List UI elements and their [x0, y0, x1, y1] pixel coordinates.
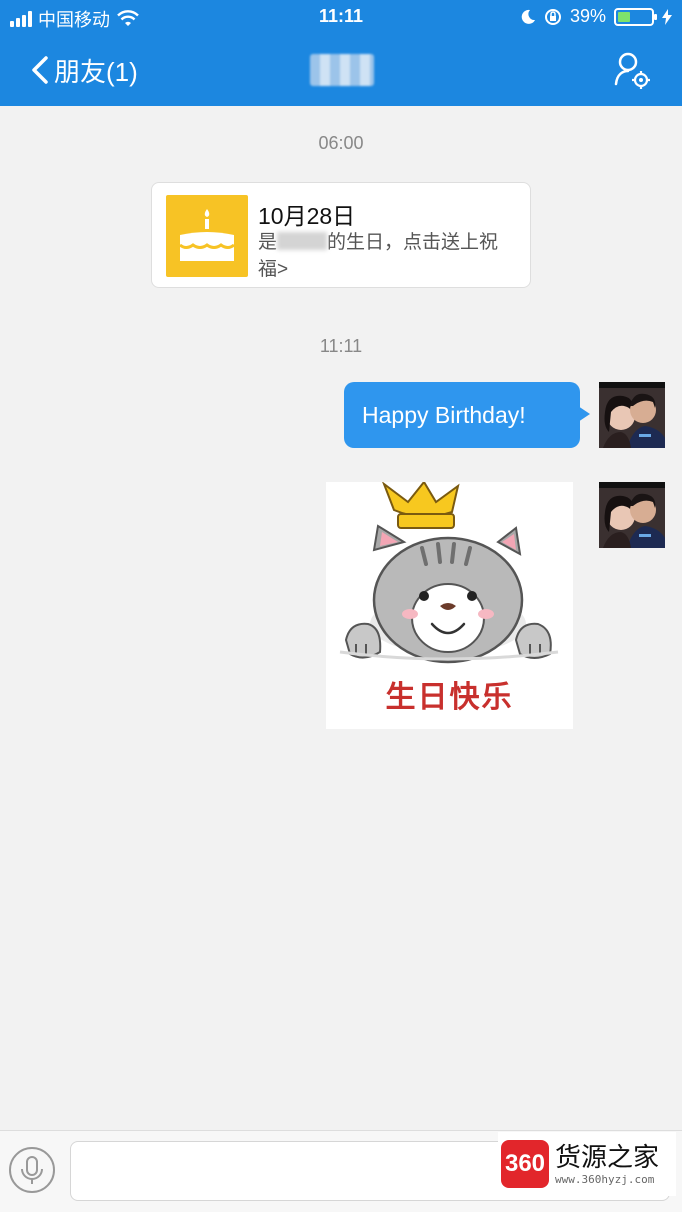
watermark-title: 货源之家 — [555, 1142, 660, 1173]
birthday-desc-prefix: 是 — [258, 232, 278, 253]
chat-timestamp: 06:00 — [318, 133, 364, 153]
battery-icon — [614, 7, 657, 26]
sticker-caption: 生日快乐 — [385, 680, 514, 715]
birthday-date: 10月28日 — [258, 203, 356, 229]
nav-title-blurred — [310, 54, 374, 86]
site-watermark: 360 货源之家 www.360hyzj.com — [498, 1132, 676, 1196]
orientation-lock-icon — [544, 8, 561, 25]
birthday-description: 是的生日，点击送上祝福> — [258, 229, 508, 283]
profile-settings-icon[interactable] — [612, 50, 652, 90]
status-bar: 中国移动 11:11 39% — [0, 0, 682, 34]
back-button[interactable]: 朋友(1) — [30, 48, 138, 92]
birthday-cake-icon — [166, 195, 248, 277]
message-text: Happy Birthday! — [362, 401, 526, 428]
avatar[interactable] — [599, 482, 665, 548]
moon-icon — [521, 9, 535, 24]
voice-input-button[interactable] — [9, 1147, 55, 1193]
chevron-left-icon — [32, 56, 48, 84]
blurred-friend-name — [277, 232, 328, 250]
microphone-icon — [21, 1156, 43, 1184]
back-button-label: 朋友(1) — [54, 56, 138, 87]
watermark-url: www.360hyzj.com — [555, 1172, 655, 1186]
outgoing-message-bubble[interactable]: Happy Birthday! — [344, 382, 590, 448]
birthday-sticker[interactable]: 生日快乐 — [326, 480, 573, 729]
nav-bar: 朋友(1) — [0, 34, 682, 106]
birthday-reminder-card[interactable]: 10月28日 是的生日，点击送上祝福> — [151, 182, 531, 288]
battery-fill — [618, 11, 630, 22]
watermark-badge: 360 — [501, 1140, 549, 1188]
watermark-text: 货源之家 www.360hyzj.com — [555, 1143, 659, 1186]
status-right: 39% — [520, 6, 672, 27]
charging-icon — [662, 8, 672, 25]
battery-percent: 39% — [569, 6, 606, 26]
chat-timestamp: 11:11 — [319, 336, 363, 356]
avatar[interactable] — [599, 382, 665, 448]
